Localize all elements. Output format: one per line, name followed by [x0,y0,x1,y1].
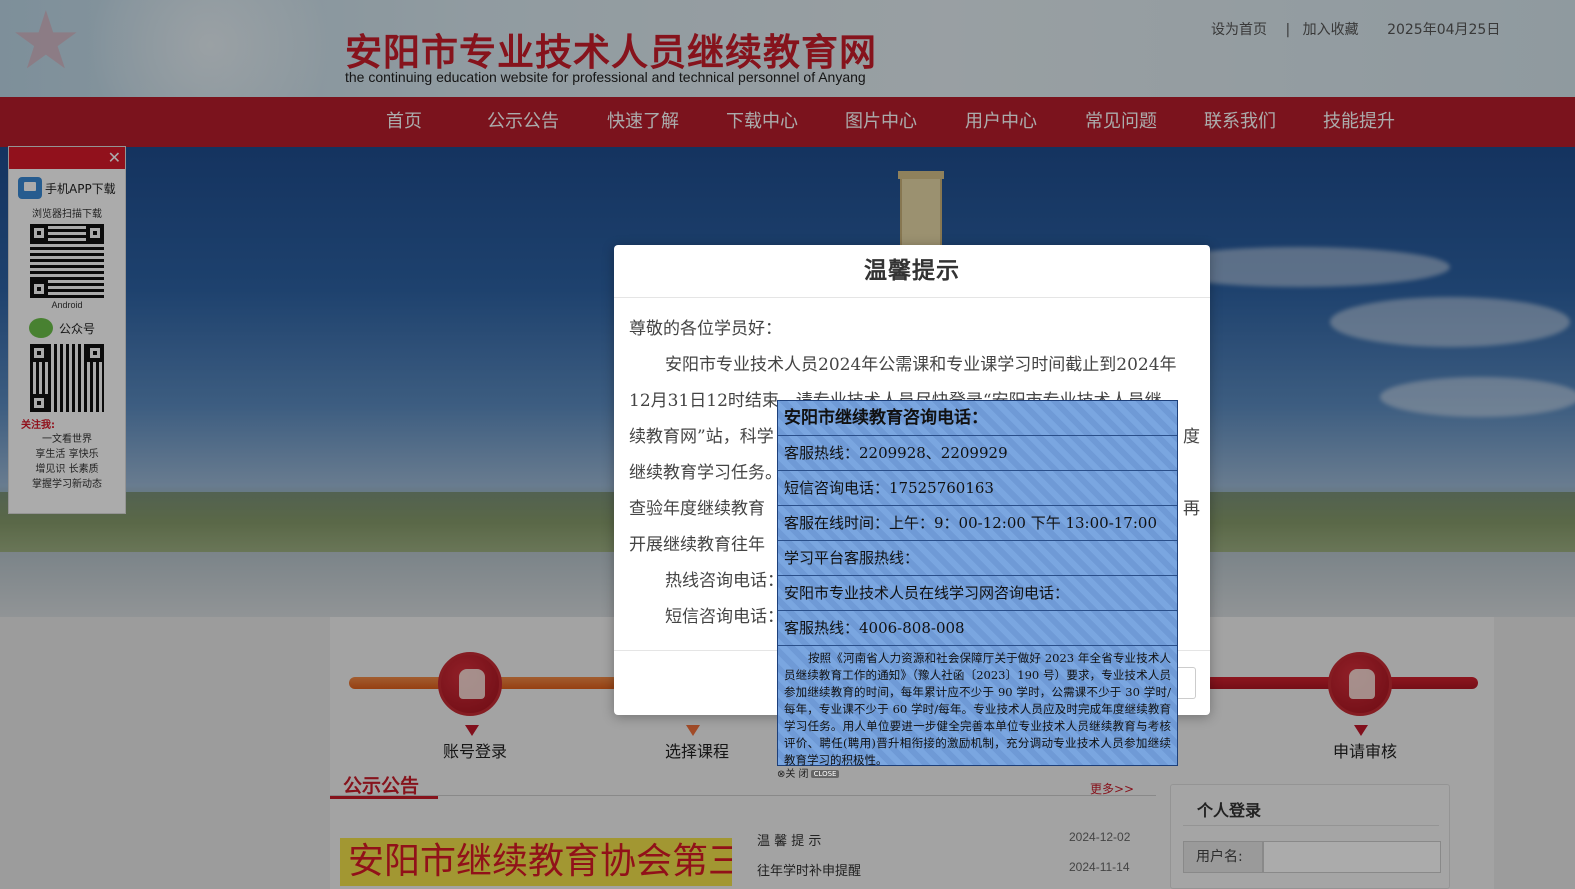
modal-text-part: 查验年度继续教育 [629,499,765,519]
consult-popup: 安阳市继续教育咨询电话： 客服热线：2209928、2209929 短信咨询电话… [777,400,1178,767]
modal-title: 温馨提示 [614,245,1210,298]
modal-text-part: 续教育网”站，科学 [629,427,774,447]
consult-notice: 按照《河南省人力资源和社会保障厅关于做好 2023 年全省专业技术人员继续教育工… [784,651,1171,767]
modal-text: 安阳市专业技术人员2024年公需课和专业课学习时间截止到2024年 [665,355,1177,375]
consult-heading: 安阳市继续教育咨询电话： [778,401,1177,436]
consult-row: 客服热线：2209928、2209929 [778,436,1177,471]
close-tag[interactable]: CLOSE [810,770,840,778]
consult-close-button[interactable]: ⊗关 闭 CLOSE [777,765,840,780]
consult-row: 客服在线时间：上午：9：00-12:00 下午 13:00-17:00 [778,506,1177,541]
consult-row: 短信咨询电话：17525760163 [778,471,1177,506]
consult-row: 安阳市专业技术人员在线学习网咨询电话： [778,576,1177,611]
modal-text-part: 度 [1183,427,1200,447]
consult-row: 客服热线：4006-808-008 [778,611,1177,646]
consult-row: 学习平台客服热线： [778,541,1177,576]
modal-text-part: 再 [1183,499,1200,519]
modal-greeting: 尊敬的各位学员好： [629,319,782,339]
consult-close-text[interactable]: ⊗关 闭 [777,769,809,780]
